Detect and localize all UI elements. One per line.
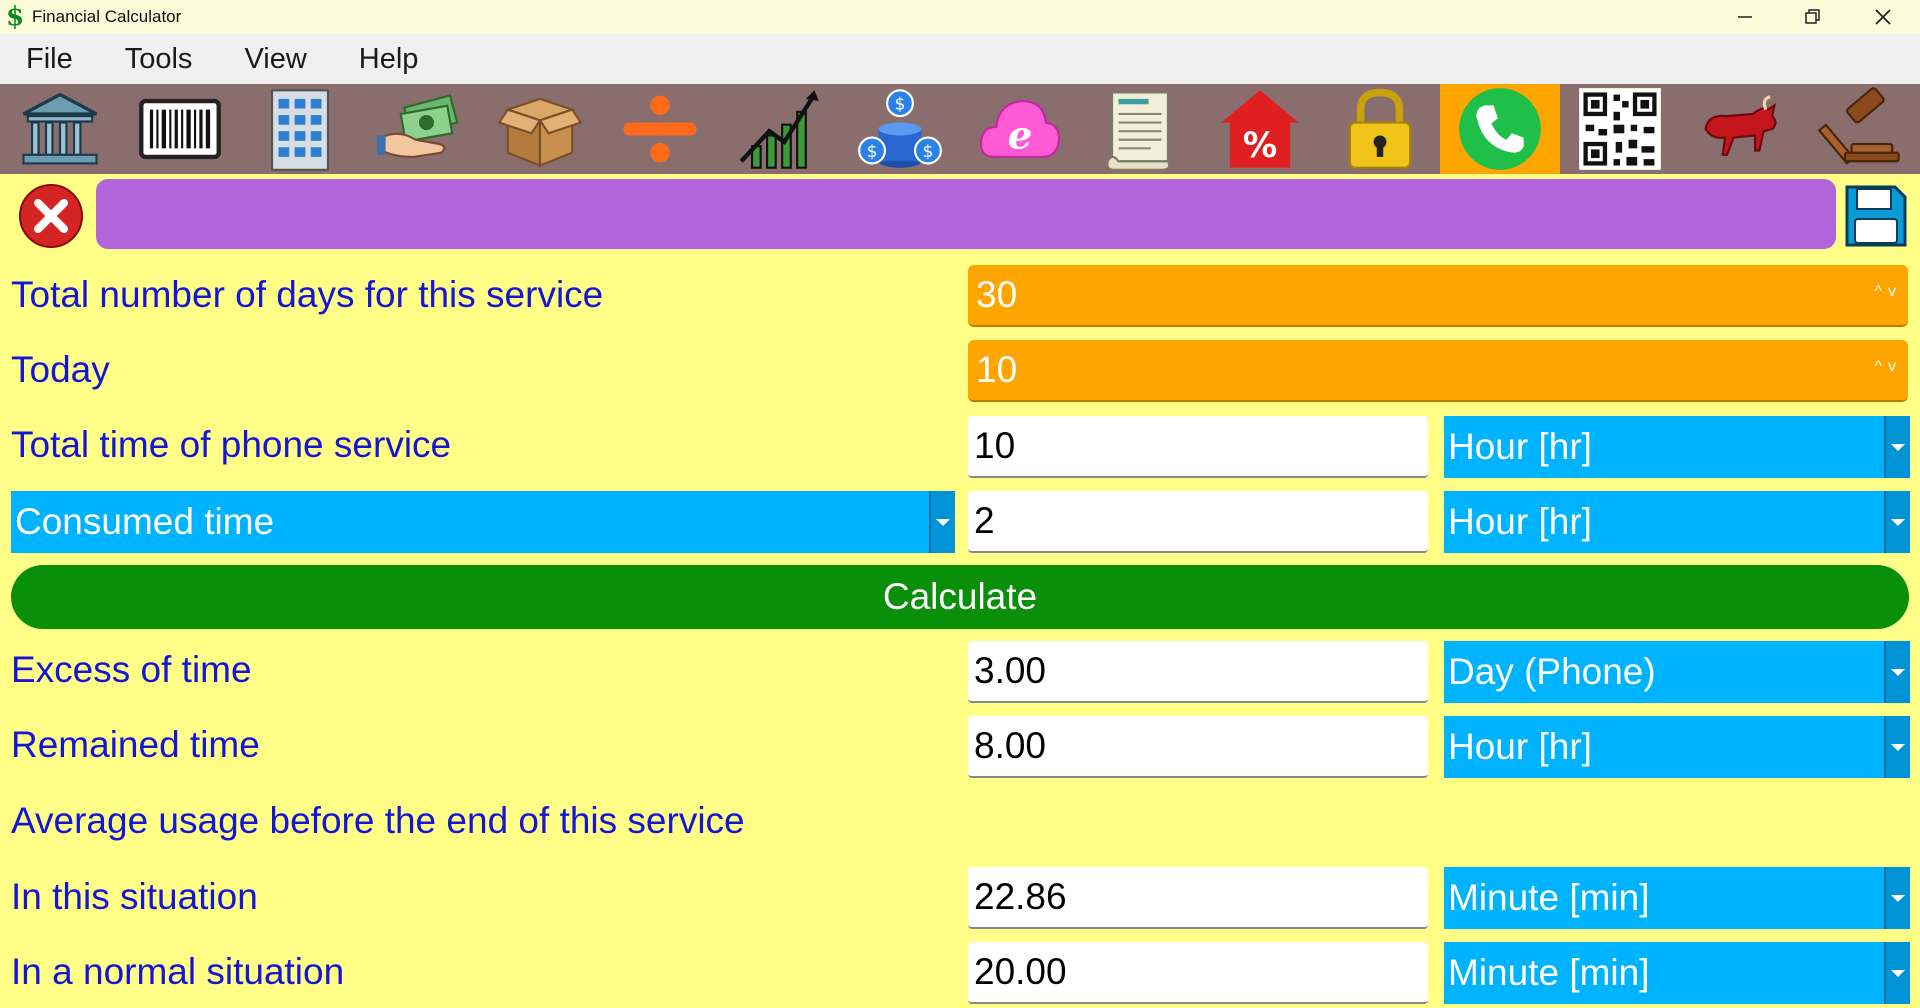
bull-icon [1704, 95, 1777, 156]
excess-unit-value: Day (Phone) [1448, 651, 1656, 692]
total-time-unit-select[interactable]: Hour [hr] [1444, 416, 1910, 478]
phone-icon [1459, 88, 1541, 170]
cloud-browser-icon: e [979, 99, 1061, 158]
svg-text:$: $ [922, 142, 933, 162]
floppy-disk-icon [1845, 185, 1907, 247]
close-icon [1875, 9, 1891, 25]
tool-bank[interactable] [0, 84, 120, 174]
barcode-icon [139, 98, 221, 160]
excess-output[interactable]: 3.00 [968, 641, 1428, 703]
divide-icon [623, 95, 697, 163]
dropdown-arrow-icon[interactable] [1884, 942, 1910, 1004]
svg-text:e: e [1008, 113, 1033, 158]
normal-situation-output[interactable]: 20.00 [968, 942, 1428, 1004]
normal-situation-label: In a normal situation [11, 951, 345, 992]
tool-lock[interactable] [1320, 84, 1440, 174]
dropdown-arrow-icon[interactable] [1884, 491, 1910, 553]
menu-bar: File Tools View Help [0, 34, 1920, 84]
lock-icon [1348, 88, 1412, 169]
situation-output[interactable]: 22.86 [968, 867, 1428, 929]
restore-icon [1805, 9, 1820, 24]
building-icon [270, 89, 330, 171]
svg-text:$: $ [895, 95, 906, 115]
qr-code-icon [1579, 88, 1661, 170]
receipt-icon [1106, 91, 1171, 171]
days-spinbox[interactable]: 30 ^v [968, 265, 1908, 327]
dropdown-arrow-icon[interactable] [1884, 641, 1910, 703]
house-percent-icon: % [1221, 90, 1299, 168]
dollar-app-icon: $ [5, 2, 25, 32]
tool-divide[interactable] [600, 84, 720, 174]
menu-file[interactable]: File [26, 43, 73, 76]
today-label: Today [11, 349, 110, 390]
dropdown-arrow-icon[interactable] [1884, 416, 1910, 478]
tool-building[interactable] [240, 84, 360, 174]
money-hand-icon [377, 94, 459, 159]
days-value: 30 [976, 274, 1018, 315]
total-time-input[interactable]: 10 [968, 416, 1428, 478]
consumed-time-select[interactable]: Consumed time [11, 491, 955, 553]
red-x-icon [19, 184, 83, 248]
tool-qr[interactable] [1560, 84, 1680, 174]
remained-unit-value: Hour [hr] [1448, 726, 1592, 767]
dropdown-arrow-icon[interactable] [1884, 716, 1910, 778]
box-icon [497, 97, 583, 168]
excess-label: Excess of time [11, 649, 252, 690]
minimize-button[interactable] [1710, 0, 1780, 34]
days-label: Total number of days for this service [11, 274, 604, 315]
tool-receipt[interactable] [1080, 84, 1200, 174]
tool-bull[interactable] [1680, 84, 1800, 174]
result-display-bar [96, 179, 1836, 249]
today-spinbox[interactable]: 10 ^v [968, 340, 1908, 402]
tool-house-percent[interactable]: % [1200, 84, 1320, 174]
tool-gavel[interactable] [1800, 84, 1920, 174]
title-bar: $ Financial Calculator [0, 0, 1920, 34]
clear-button[interactable] [18, 183, 84, 249]
tool-growth[interactable] [720, 84, 840, 174]
menu-tools[interactable]: Tools [125, 43, 193, 76]
normal-unit-value: Minute [min] [1448, 952, 1650, 993]
excess-unit-select[interactable]: Day (Phone) [1444, 641, 1910, 703]
gavel-icon [1817, 87, 1900, 165]
svg-text:$: $ [867, 142, 878, 162]
total-time-label: Total time of phone service [11, 424, 452, 465]
normal-unit-select[interactable]: Minute [min] [1444, 942, 1910, 1004]
bank-icon [22, 92, 98, 165]
dropdown-arrow-icon[interactable] [1884, 867, 1910, 929]
dropdown-arrow-icon[interactable] [929, 491, 955, 553]
tool-barcode[interactable] [120, 84, 240, 174]
total-time-unit-value: Hour [hr] [1448, 426, 1592, 467]
situation-unit-select[interactable]: Minute [min] [1444, 867, 1910, 929]
restore-button[interactable] [1778, 0, 1848, 34]
window-title: Financial Calculator [32, 7, 182, 26]
calculate-button[interactable]: Calculate [11, 565, 1909, 629]
situation-label: In this situation [11, 876, 258, 917]
tool-money[interactable] [360, 84, 480, 174]
minimize-icon [1738, 16, 1752, 18]
consumed-time-input[interactable]: 2 [968, 491, 1428, 553]
situation-unit-value: Minute [min] [1448, 877, 1650, 918]
close-window-button[interactable] [1848, 0, 1918, 34]
coins-icon: $ $ $ [858, 89, 942, 168]
growth-chart-icon [739, 90, 819, 169]
save-button[interactable] [1843, 183, 1909, 249]
svg-text:%: % [1243, 126, 1277, 166]
remained-label: Remained time [11, 724, 260, 765]
menu-help[interactable]: Help [359, 43, 419, 76]
tool-phone[interactable] [1440, 84, 1560, 174]
consumed-time-select-value: Consumed time [15, 501, 275, 542]
menu-view[interactable]: View [244, 43, 306, 76]
consumed-unit-select[interactable]: Hour [hr] [1444, 491, 1910, 553]
today-value: 10 [976, 349, 1018, 390]
toolbar: $ $ $ e % [0, 84, 1920, 174]
average-usage-heading: Average usage before the end of this ser… [11, 800, 745, 841]
consumed-unit-value: Hour [hr] [1448, 501, 1592, 542]
spin-arrows-icon[interactable]: ^v [1874, 283, 1902, 301]
tool-browser[interactable]: e [960, 84, 1080, 174]
remained-output[interactable]: 8.00 [968, 716, 1428, 778]
tool-coins[interactable]: $ $ $ [840, 84, 960, 174]
spin-arrows-icon[interactable]: ^v [1874, 358, 1902, 376]
remained-unit-select[interactable]: Hour [hr] [1444, 716, 1910, 778]
tool-box[interactable] [480, 84, 600, 174]
